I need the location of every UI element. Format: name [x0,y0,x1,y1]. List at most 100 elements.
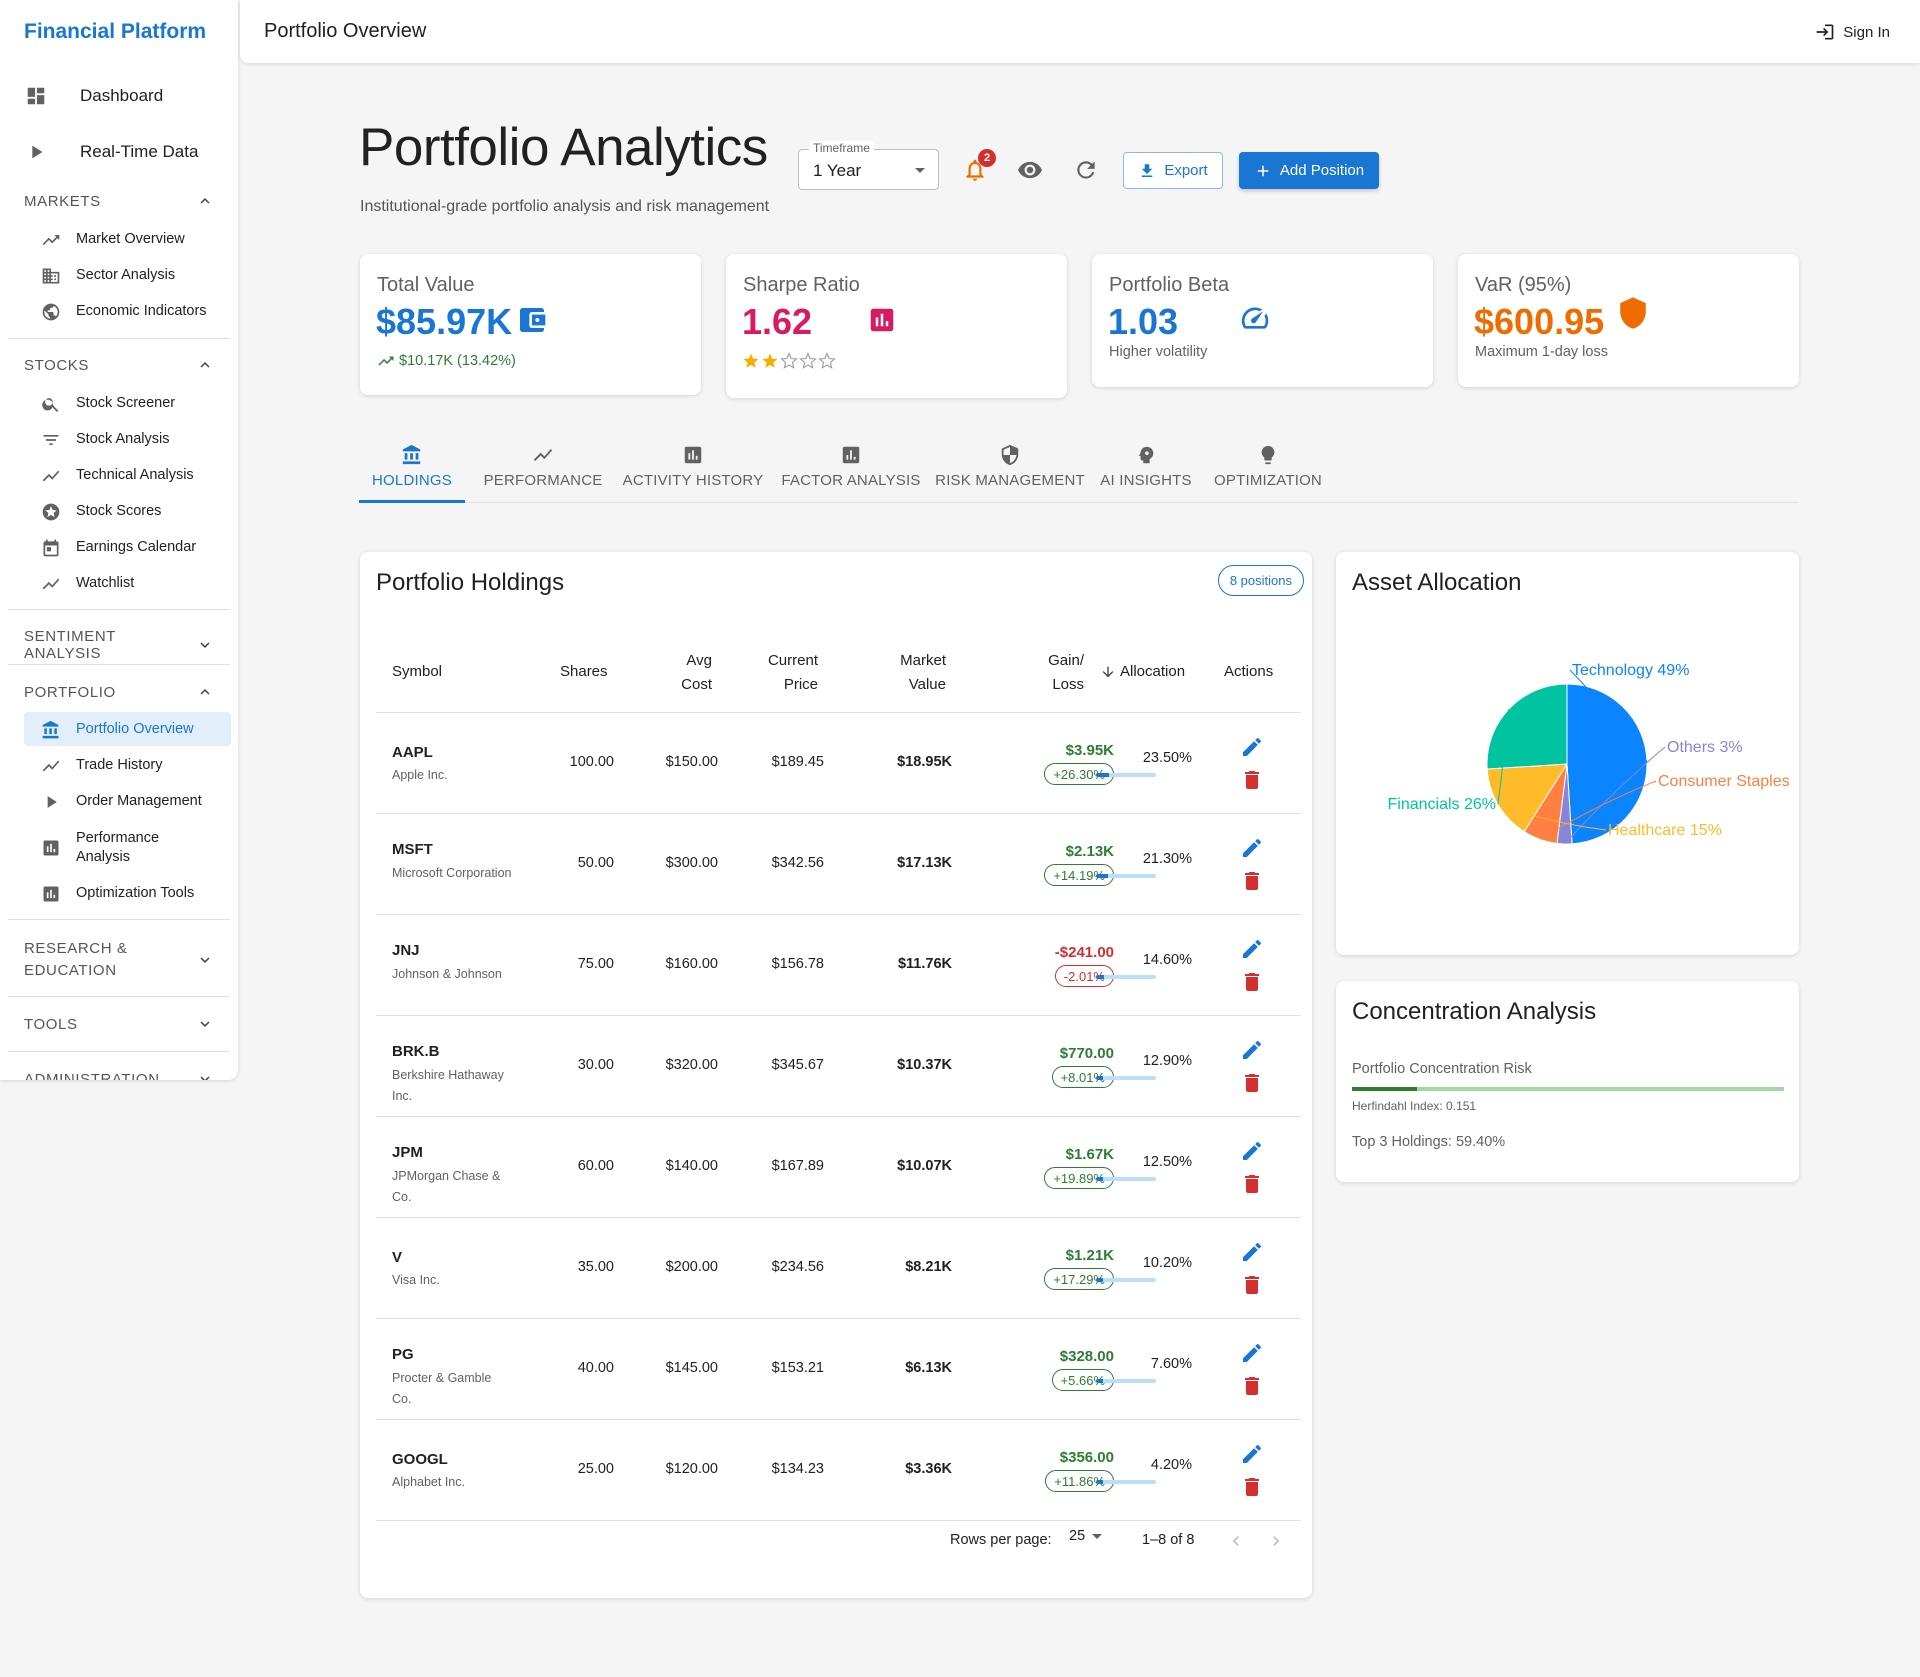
tab-optimization[interactable]: OPTIMIZATION [1206,438,1330,502]
timeframe-select[interactable]: Timeframe 1 Year [798,141,939,190]
delete-icon[interactable] [1240,1071,1264,1095]
sidebar-item-earnings-calendar[interactable]: Earnings Calendar [24,530,231,564]
col-header-actions: Actions [1224,663,1274,680]
add-position-button[interactable]: Add Position [1239,152,1379,189]
table-row[interactable]: V Visa Inc. 35.00 $200.00 $234.56 $8.21K $1.21… [360,1218,1318,1319]
col-header-gain-loss[interactable]: Gain/Loss [1020,649,1084,697]
symbol[interactable]: V [392,1249,402,1266]
section-markets[interactable]: MARKETS [24,192,214,210]
section-title: STOCKS [24,356,90,374]
sign-in-button[interactable]: Sign In [1815,22,1890,42]
current-price-cell: $189.45 [771,754,824,770]
section-sentiment-analysis[interactable]: SENTIMENT ANALYSIS [24,628,214,662]
chevron-right-icon[interactable] [1266,1531,1286,1551]
sidebar-item-order-management[interactable]: Order Management [24,784,231,818]
symbol[interactable]: GOOGL [392,1451,448,1468]
sidebar-item-optimization-tools[interactable]: Optimization Tools [24,876,231,910]
kpi-card-portfolio-beta: Portfolio Beta 1.03 Higher volatility [1092,254,1433,387]
delete-icon[interactable] [1240,1273,1264,1297]
table-row[interactable]: GOOGL Alphabet Inc. 25.00 $120.00 $134.23 $3.… [360,1420,1318,1521]
section-research-education[interactable]: RESEARCH & EDUCATION [24,938,214,982]
tab-risk-management[interactable]: RISK MANAGEMENT [932,438,1088,502]
section-tools[interactable]: TOOLS [24,1015,214,1033]
symbol[interactable]: PG [392,1346,414,1363]
chevron-left-icon[interactable] [1226,1531,1246,1551]
table-row[interactable]: PG Procter & Gamble Co. 40.00 $145.00 $153.2… [360,1319,1318,1420]
delete-icon[interactable] [1240,869,1264,893]
sidebar-item-market-overview[interactable]: Market Overview [24,222,231,256]
edit-icon[interactable] [1240,1442,1264,1466]
table-row[interactable]: JNJ Johnson & Johnson 75.00 $160.00 $156.78 $… [360,915,1318,1016]
sidebar-item-technical-analysis[interactable]: Technical Analysis [24,458,231,492]
kpi-value: 1.03 [1108,301,1179,342]
table-row[interactable]: JPM JPMorgan Chase & Co. 60.00 $140.00 $167.… [360,1117,1318,1218]
table-row[interactable]: MSFT Microsoft Corporation 50.00 $300.00 $34… [360,814,1318,915]
col-header-avg-cost[interactable]: Avg Cost [660,649,712,697]
symbol[interactable]: JPM [392,1144,423,1161]
current-price-cell: $153.21 [771,1360,824,1376]
dashboard-title: Portfolio Analytics [359,118,768,177]
edit-icon[interactable] [1240,735,1264,759]
page-title: Portfolio Overview [264,20,427,42]
visibility-icon[interactable] [1017,157,1043,183]
avg-cost-cell: $320.00 [665,1057,718,1073]
col-header-shares[interactable]: Shares [560,660,608,684]
col-header-symbol[interactable]: Symbol [392,660,442,684]
edit-icon[interactable] [1240,937,1264,961]
sidebar-item-trade-history[interactable]: Trade History [24,748,231,782]
export-button[interactable]: Export [1123,152,1223,189]
edit-icon[interactable] [1240,1341,1264,1365]
symbol[interactable]: AAPL [392,744,433,761]
tab-activity-history[interactable]: ACTIVITY HISTORY [617,438,769,502]
tab-factor-analysis[interactable]: FACTOR ANALYSIS [777,438,925,502]
star-empty-icon [799,352,817,369]
sidebar-item-stock-screener[interactable]: Stock Screener [24,386,231,420]
symbol[interactable]: JNJ [392,942,420,959]
sidebar-item-stock-analysis[interactable]: Stock Analysis [24,422,231,456]
col-header-current-price[interactable]: Current Price [755,649,818,697]
pie-slice[interactable] [1486,683,1568,770]
search-icon [42,398,59,412]
sidebar-item-stock-scores[interactable]: Stock Scores [24,494,231,528]
col-header-market-value[interactable]: Market Value [860,649,946,697]
pie-slice[interactable] [1566,683,1648,845]
col-header-allocation[interactable]: Allocation [1100,660,1185,684]
symbol[interactable]: BRK.B [392,1043,440,1060]
edit-icon[interactable] [1240,1038,1264,1062]
table-row[interactable]: BRK.B Berkshire Hathaway Inc. 30.00 $320.00… [360,1016,1318,1117]
brand-logo[interactable]: Financial Platform [24,20,206,44]
sidebar-item-dashboard[interactable]: Dashboard [0,70,238,122]
sidebar-item-performance-analysis[interactable]: Performance Analysis [24,827,231,869]
tab-performance[interactable]: PERFORMANCE [474,438,612,502]
edit-icon[interactable] [1240,1139,1264,1163]
delete-icon[interactable] [1240,970,1264,994]
sidebar-item-label: Order Management [76,792,202,809]
refresh-icon[interactable] [1073,157,1099,183]
sidebar-item-economic-indicators[interactable]: Economic Indicators [24,294,231,328]
sidebar-item-watchlist[interactable]: Watchlist [24,566,231,600]
symbol[interactable]: MSFT [392,841,433,858]
allocation-bar-fill [1096,773,1109,777]
tab-holdings[interactable]: HOLDINGS [359,438,465,503]
sidebar-item-sector-analysis[interactable]: Sector Analysis [24,258,231,292]
section-administration[interactable]: ADMINISTRATION [24,1070,214,1080]
pie-slice-label: Financials 26% [1388,796,1497,813]
sidebar-item-portfolio-overview[interactable]: Portfolio Overview [24,712,231,746]
table-row[interactable]: AAPL Apple Inc. 100.00 $150.00 $189.45 $18.95… [360,713,1318,814]
tab-ai-insights[interactable]: AI INSIGHTS [1095,438,1197,502]
section-portfolio[interactable]: PORTFOLIO [24,683,214,701]
kpi-note: Maximum 1-day loss [1475,344,1608,360]
rows-per-page-select[interactable]: 25 [1069,1528,1103,1544]
delete-icon[interactable] [1240,768,1264,792]
edit-icon[interactable] [1240,1240,1264,1264]
download-icon [1142,163,1153,177]
sidebar-item-real-time-data[interactable]: Real-Time Data [0,126,238,178]
section-stocks[interactable]: STOCKS [24,356,214,374]
edit-icon[interactable] [1240,836,1264,860]
delete-icon[interactable] [1240,1374,1264,1398]
market-value-cell: $3.36K [905,1461,952,1477]
sidebar-item-label: Real-Time Data [80,142,199,161]
positions-count-chip: 8 positions [1217,565,1304,596]
delete-icon[interactable] [1240,1172,1264,1196]
delete-icon[interactable] [1240,1475,1264,1499]
